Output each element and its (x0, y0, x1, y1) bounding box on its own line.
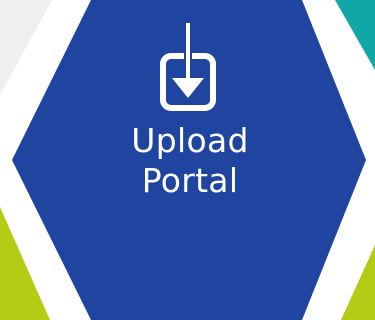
tile-label-upload: Upload (131, 121, 249, 160)
upload-portal-tile[interactable]: Upload Portal (0, 0, 375, 320)
upload-portal-tile-area: Upload Portal (0, 0, 375, 320)
download-tray-icon (160, 21, 216, 111)
tile-label-portal: Portal (141, 161, 239, 200)
